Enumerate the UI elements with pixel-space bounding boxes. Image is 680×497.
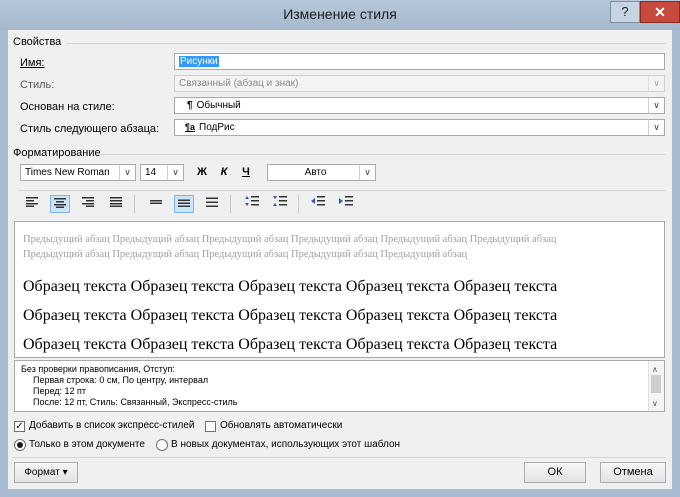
underline-button[interactable]: Ч [236, 163, 256, 181]
double-spacing-icon [206, 197, 218, 207]
single-spacing-icon [150, 200, 162, 204]
single-spacing-button[interactable] [146, 195, 166, 213]
font-color-value: Авто [304, 167, 327, 178]
align-right-button[interactable] [78, 195, 98, 213]
formatting-divider [98, 154, 666, 155]
new-documents-label: В новых документах, использующих этот ша… [171, 439, 401, 450]
align-center-button[interactable] [50, 195, 70, 213]
space-after-button[interactable] [270, 195, 290, 213]
based-on-select[interactable]: ¶ Обычный ∨ [174, 97, 665, 114]
font-color-dropdown-icon[interactable]: ∨ [359, 165, 375, 180]
style-type-select: Связанный (абзац и знак) ∨ [174, 75, 665, 92]
toolbar-separator [230, 195, 231, 213]
style-type-dropdown-icon: ∨ [648, 76, 664, 91]
sample-text-line: Образец текста Образец текста Образец те… [23, 336, 558, 353]
sample-text-line: Образец текста Образец текста Образец те… [23, 307, 558, 324]
buttons-divider [12, 457, 666, 458]
this-document-label: Только в этом документе [29, 439, 145, 450]
space-after-icon [273, 196, 287, 206]
name-input[interactable]: Рисунки [174, 53, 665, 70]
formatting-group-label: Форматирование [13, 147, 101, 159]
space-before-button[interactable] [242, 195, 262, 213]
double-spacing-button[interactable] [202, 195, 222, 213]
add-quick-styles-label: Добавить в список экспресс-стилей [29, 420, 195, 431]
description-line: После: 12 пт, Стиль: Связанный, Экспресс… [33, 397, 238, 407]
decrease-indent-icon [311, 196, 325, 206]
ok-button[interactable]: ОК [524, 462, 586, 483]
based-on-dropdown-icon[interactable]: ∨ [648, 98, 664, 113]
next-style-dropdown-icon[interactable]: ∨ [648, 120, 664, 135]
onehalf-spacing-button[interactable] [174, 195, 194, 213]
add-quick-styles-checkbox[interactable]: ✓ [14, 421, 25, 432]
font-size-dropdown-icon[interactable]: ∨ [167, 165, 183, 180]
font-select[interactable]: Times New Roman ∨ [20, 164, 136, 181]
font-dropdown-icon[interactable]: ∨ [119, 165, 135, 180]
increase-indent-icon [339, 196, 353, 206]
increase-indent-button[interactable] [336, 195, 356, 213]
close-button[interactable]: ✕ [640, 1, 680, 23]
bold-button[interactable]: Ж [192, 163, 212, 181]
new-documents-radio[interactable] [156, 439, 168, 451]
linked-style-icon: ¶a [185, 122, 196, 132]
paragraph-style-icon: ¶ [187, 100, 193, 111]
description-line: Перед: 12 пт [33, 386, 87, 396]
align-justify-icon [110, 197, 122, 207]
title-bar: Изменение стиля ? ✕ [0, 0, 680, 30]
align-left-icon [26, 197, 38, 207]
cancel-button[interactable]: Отмена [600, 462, 666, 483]
description-scrollbar[interactable]: ∧ ∨ [648, 361, 664, 411]
font-color-select[interactable]: Авто ∨ [267, 164, 376, 181]
name-label: Имя: [20, 57, 45, 69]
description-line: Без проверки правописания, Отступ: [21, 364, 175, 374]
italic-button[interactable]: К [214, 163, 234, 181]
align-left-button[interactable] [22, 195, 42, 213]
style-type-label: Стиль: [20, 79, 55, 91]
sample-text-line: Образец текста Образец текста Образец те… [23, 278, 558, 295]
based-on-value: Обычный [196, 100, 241, 111]
this-document-radio[interactable] [14, 439, 26, 451]
scrollbar-thumb[interactable] [651, 375, 661, 393]
toolbar-separator [134, 195, 135, 213]
style-type-value: Связанный (абзац и знак) [179, 78, 299, 89]
dialog-window: Изменение стиля ? ✕ Свойства Имя: Рисунк… [0, 0, 680, 497]
onehalf-spacing-icon [178, 199, 190, 207]
previous-paragraph-text: Предыдущий абзац Предыдущий абзац Предыд… [23, 234, 557, 260]
decrease-indent-button[interactable] [308, 195, 328, 213]
font-size-value: 14 [145, 167, 157, 178]
scroll-down-icon[interactable]: ∨ [652, 398, 658, 409]
format-button[interactable]: Формат ▾ [14, 462, 78, 483]
next-style-value: ПодРис [199, 122, 235, 133]
auto-update-label: Обновлять автоматически [220, 420, 343, 431]
toolbar-divider [18, 190, 666, 191]
scroll-up-icon[interactable]: ∧ [652, 364, 658, 375]
dialog-title: Изменение стиля [283, 6, 397, 22]
preview-pane: Предыдущий абзац Предыдущий абзац Предыд… [14, 221, 665, 358]
font-size-select[interactable]: 14 ∨ [140, 164, 184, 181]
toolbar-separator [298, 195, 299, 213]
align-center-icon [54, 198, 66, 208]
space-before-icon [245, 196, 259, 206]
description-line: Первая строка: 0 см, По центру, интервал [33, 375, 209, 385]
align-right-icon [82, 197, 94, 207]
align-justify-button[interactable] [106, 195, 126, 213]
name-value: Рисунки [179, 56, 219, 67]
help-button[interactable]: ? [610, 1, 640, 23]
properties-divider [66, 43, 666, 44]
style-description: Без проверки правописания, Отступ: Перва… [14, 360, 665, 412]
properties-group-label: Свойства [13, 36, 62, 48]
font-value: Times New Roman [25, 167, 110, 178]
auto-update-checkbox[interactable] [205, 421, 216, 432]
next-style-label: Стиль следующего абзаца: [20, 123, 160, 135]
next-style-select[interactable]: ¶a ПодРис ∨ [174, 119, 665, 136]
based-on-label: Основан на стиле: [20, 101, 115, 113]
